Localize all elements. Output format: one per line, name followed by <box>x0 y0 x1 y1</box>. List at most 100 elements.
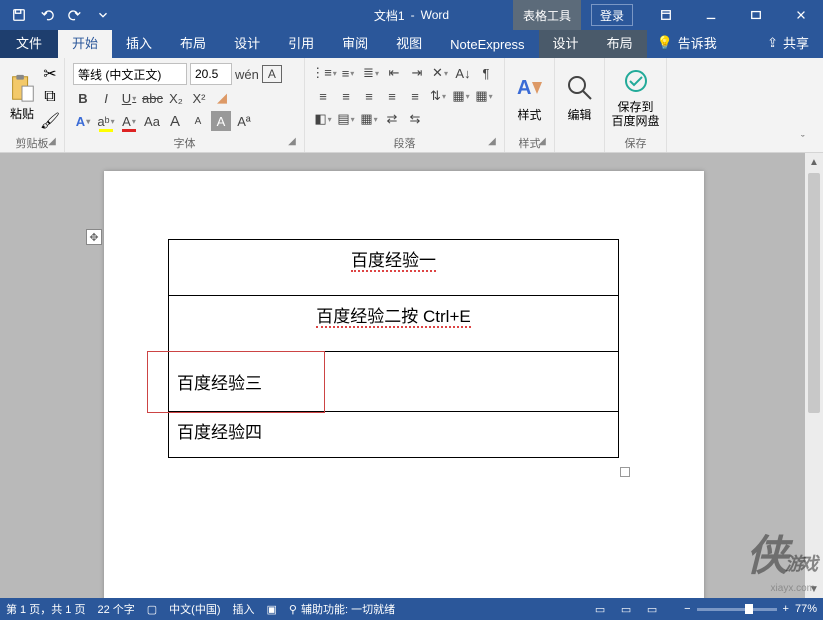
borders-button[interactable]: ▦▾ <box>474 86 494 106</box>
macro-icon[interactable]: ▣ <box>267 603 277 616</box>
minimize-button[interactable] <box>688 0 733 30</box>
table-move-handle[interactable]: ✥ <box>86 229 102 245</box>
highlight-button[interactable]: aᵇ▾ <box>96 111 116 131</box>
text-effects-button[interactable]: A▾ <box>73 111 93 131</box>
distribute-button[interactable]: ≡ <box>405 86 425 106</box>
shading-button[interactable]: ▦▾ <box>451 86 471 106</box>
format-painter-button[interactable]: 🖌 <box>40 111 60 131</box>
grow-font-button[interactable]: A <box>165 111 185 131</box>
char-shading-button[interactable]: A <box>211 111 231 131</box>
vertical-scrollbar[interactable]: ▲ ▼ <box>805 153 823 598</box>
scroll-down-button[interactable]: ▼ <box>805 580 823 598</box>
cut-button[interactable]: ✂ <box>40 64 60 84</box>
tab-design[interactable]: 设计 <box>220 27 274 58</box>
accessibility-status[interactable]: ⚲辅助功能: 一切就绪 <box>289 601 395 617</box>
collapse-ribbon-button[interactable]: ˇ <box>801 134 817 150</box>
document-area[interactable]: ✥ 百度经验一 百度经验二按 Ctrl+E 百度经验三 百度经验四 <box>0 153 823 598</box>
underline-button[interactable]: U▾ <box>119 88 139 108</box>
indent-button[interactable]: ⇆ <box>405 109 425 129</box>
insert-mode[interactable]: 插入 <box>233 601 255 617</box>
maximize-button[interactable] <box>733 0 778 30</box>
numbering-button[interactable]: ≡▾ <box>338 63 358 83</box>
table-cell-2[interactable]: 百度经验二按 Ctrl+E <box>169 296 619 352</box>
zoom-out-button[interactable]: − <box>684 603 690 615</box>
bullets-button[interactable]: ⋮≡▾ <box>313 63 335 83</box>
save-button[interactable] <box>6 2 32 28</box>
scroll-up-button[interactable]: ▲ <box>805 153 823 171</box>
enclose-char-button[interactable]: Aª <box>234 111 254 131</box>
zoom-slider[interactable] <box>697 608 777 611</box>
asian-layout-button[interactable]: ✕▾ <box>430 63 450 83</box>
zoom-level[interactable]: 77% <box>795 603 817 615</box>
decrease-indent-button[interactable]: ⇤ <box>384 63 404 83</box>
spellcheck-icon[interactable]: ▢ <box>147 603 157 616</box>
language-indicator[interactable]: 中文(中国) <box>169 601 220 617</box>
align-center-button[interactable]: ≡ <box>336 86 356 106</box>
phonetic-guide-button[interactable]: wén <box>235 64 259 84</box>
shrink-font-button[interactable]: A <box>188 111 208 131</box>
table-cell-4[interactable]: 百度经验四 <box>169 412 619 458</box>
align-right-button[interactable]: ≡ <box>359 86 379 106</box>
styles-launcher[interactable]: ◢ <box>536 136 548 148</box>
undo-button[interactable] <box>34 2 60 28</box>
italic-button[interactable]: I <box>96 88 116 108</box>
cell-align-button[interactable]: ▦▾ <box>359 109 379 129</box>
tab-layout[interactable]: 布局 <box>166 27 220 58</box>
clear-format-button[interactable]: ◢ <box>212 88 232 108</box>
text-direction-button[interactable]: ⇄ <box>382 109 402 129</box>
line-spacing-button[interactable]: ⇅▾ <box>428 86 448 106</box>
page[interactable]: ✥ 百度经验一 百度经验二按 Ctrl+E 百度经验三 百度经验四 <box>104 171 704 598</box>
tab-view[interactable]: 视图 <box>382 27 436 58</box>
tab-references[interactable]: 引用 <box>274 27 328 58</box>
superscript-button[interactable]: X² <box>189 88 209 108</box>
font-launcher[interactable]: ◢ <box>286 136 298 148</box>
close-button[interactable] <box>778 0 823 30</box>
login-button[interactable]: 登录 <box>591 4 633 26</box>
border-style-button[interactable]: ▤▾ <box>336 109 356 129</box>
read-mode-button[interactable]: ▭ <box>588 600 612 618</box>
paste-button[interactable]: 粘贴 <box>4 60 40 135</box>
save-to-baidu-button[interactable]: 保存到百度网盘 <box>609 60 662 135</box>
tab-file[interactable]: 文件 <box>0 27 58 58</box>
font-color-button[interactable]: A▾ <box>119 111 139 131</box>
ribbon-options-button[interactable] <box>643 0 688 30</box>
font-size-select[interactable]: 20.5 <box>190 63 232 85</box>
styles-button[interactable]: A 样式 <box>509 60 550 135</box>
word-count[interactable]: 22 个字 <box>97 601 134 617</box>
table-cell-3[interactable]: 百度经验三 <box>169 352 619 412</box>
show-marks-button[interactable]: ¶ <box>476 63 496 83</box>
tab-table-layout[interactable]: 布局 <box>593 27 647 58</box>
redo-button[interactable] <box>62 2 88 28</box>
tell-me[interactable]: 💡告诉我 <box>647 27 727 58</box>
tab-insert[interactable]: 插入 <box>112 27 166 58</box>
scroll-thumb[interactable] <box>808 173 820 413</box>
zoom-in-button[interactable]: + <box>783 603 789 615</box>
increase-indent-button[interactable]: ⇥ <box>407 63 427 83</box>
shading-color-button[interactable]: ◧▾ <box>313 109 333 129</box>
copy-button[interactable]: ⧉ <box>40 87 60 107</box>
qat-customize[interactable] <box>90 2 116 28</box>
share-button[interactable]: ⇪共享 <box>753 27 823 58</box>
tab-noteexpress[interactable]: NoteExpress <box>436 31 538 58</box>
bold-button[interactable]: B <box>73 88 93 108</box>
clipboard-launcher[interactable]: ◢ <box>46 136 58 148</box>
paragraph-launcher[interactable]: ◢ <box>486 136 498 148</box>
justify-button[interactable]: ≡ <box>382 86 402 106</box>
tab-table-design[interactable]: 设计 <box>539 27 593 58</box>
page-indicator[interactable]: 第 1 页，共 1 页 <box>6 601 85 617</box>
table-cell-1[interactable]: 百度经验一 <box>169 240 619 296</box>
subscript-button[interactable]: X₂ <box>166 88 186 108</box>
multilevel-button[interactable]: ≣▾ <box>361 63 381 83</box>
table[interactable]: 百度经验一 百度经验二按 Ctrl+E 百度经验三 百度经验四 <box>168 239 619 458</box>
print-layout-button[interactable]: ▭ <box>614 600 638 618</box>
sort-button[interactable]: A↓ <box>453 63 473 83</box>
char-border-button[interactable]: A <box>262 65 282 83</box>
align-left-button[interactable]: ≡ <box>313 86 333 106</box>
tab-home[interactable]: 开始 <box>58 27 112 58</box>
web-layout-button[interactable]: ▭ <box>640 600 664 618</box>
font-name-select[interactable]: 等线 (中文正文) <box>73 63 187 85</box>
strikethrough-button[interactable]: abc <box>142 88 163 108</box>
change-case-button[interactable]: Aa <box>142 111 162 131</box>
table-resize-handle[interactable] <box>620 467 630 477</box>
tab-review[interactable]: 审阅 <box>328 27 382 58</box>
